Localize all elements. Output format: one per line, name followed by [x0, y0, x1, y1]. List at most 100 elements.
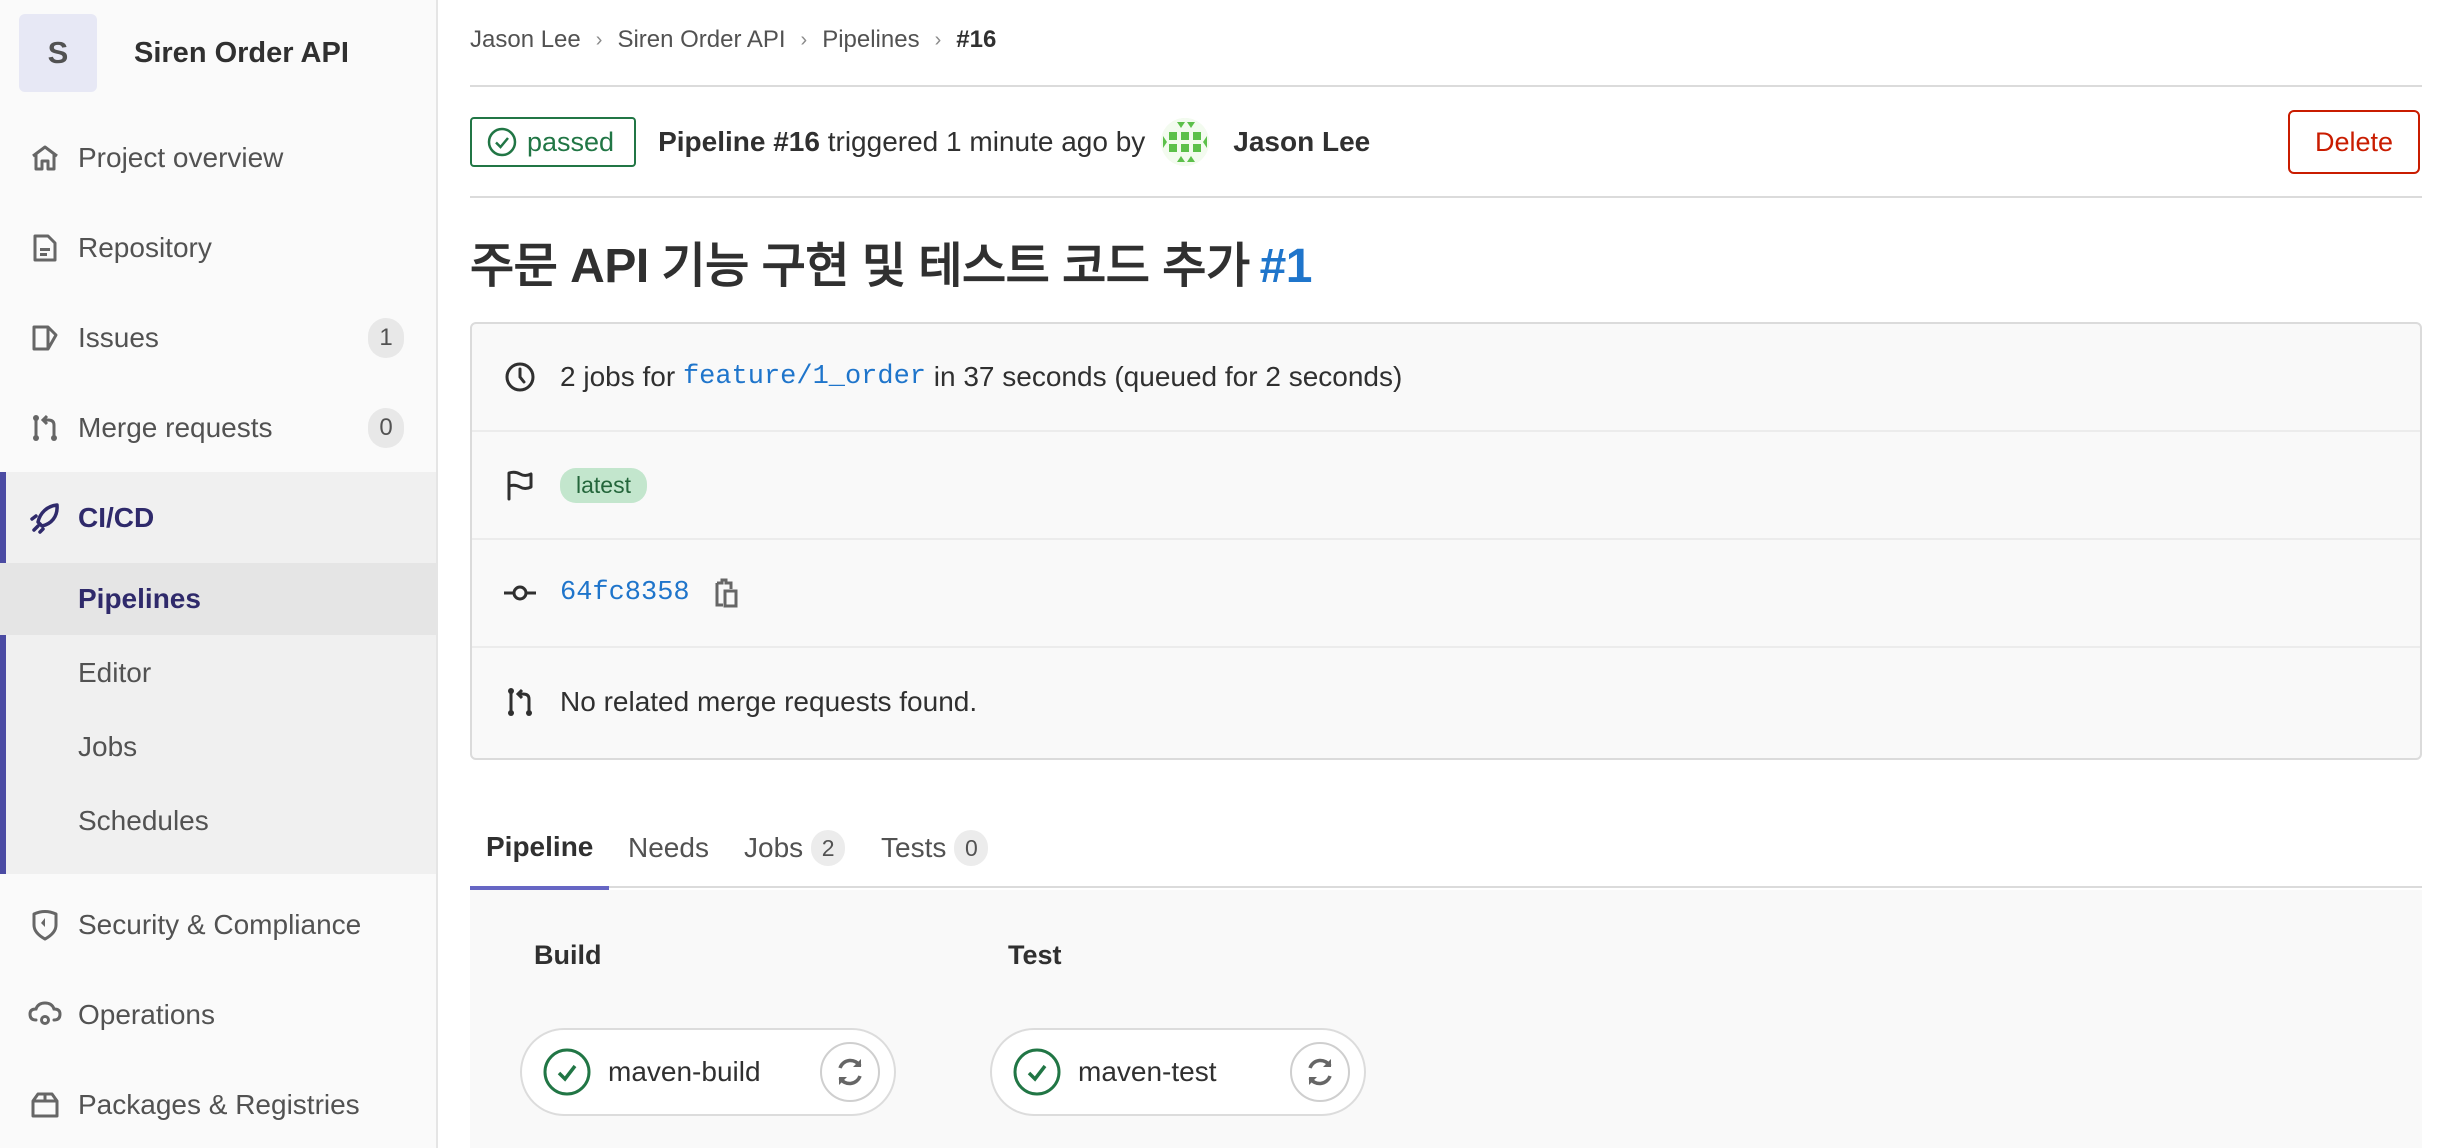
divider	[470, 85, 2422, 87]
status-text: passed	[527, 126, 615, 157]
tab-tests[interactable]: Tests 0	[881, 808, 989, 888]
chevron-right-icon: ›	[934, 28, 942, 51]
breadcrumb-item-current[interactable]: #16	[956, 26, 996, 54]
sidebar-subitem-editor[interactable]: Editor	[0, 637, 436, 709]
merge-request-icon	[502, 684, 538, 720]
pipeline-summary: Pipeline #16 triggered 1 minute ago by	[658, 126, 1145, 158]
chevron-right-icon: ›	[595, 28, 603, 51]
clipboard-icon	[715, 578, 738, 608]
tab-needs[interactable]: Needs	[628, 808, 709, 888]
sidebar-item-label: Merge requests	[78, 412, 273, 443]
shield-icon	[28, 908, 62, 942]
job-name: maven-test	[1078, 1056, 1217, 1087]
retry-button[interactable]	[820, 1042, 880, 1102]
clock-icon	[502, 359, 538, 395]
sidebar-item-operations[interactable]: Operations	[0, 970, 436, 1060]
delete-button[interactable]: Delete	[2288, 110, 2420, 174]
sidebar-subitem-schedules[interactable]: Schedules	[0, 785, 436, 857]
commit-title: 주문 API 기능 구현 및 테스트 코드 추가	[470, 240, 1250, 293]
flag-icon	[502, 467, 538, 503]
info-row-tags: latest	[472, 432, 2420, 540]
sidebar-item-label: Issues	[78, 322, 159, 353]
tab-label: Jobs	[744, 832, 804, 863]
branch-link[interactable]: feature/1_order	[683, 362, 926, 392]
info-row-duration: 2 jobs for feature/1_order in 37 seconds…	[472, 324, 2420, 432]
sidebar-item-repository[interactable]: Repository	[0, 203, 436, 293]
sidebar: S Siren Order API Project overview Repos…	[0, 0, 438, 1148]
job-maven-test[interactable]: maven-test	[990, 1028, 1366, 1116]
issues-icon	[28, 321, 62, 355]
sidebar-item-label: CI/CD	[78, 502, 155, 533]
breadcrumb-item-project[interactable]: Siren Order API	[617, 26, 785, 54]
merge-request-icon	[28, 411, 62, 445]
document-icon	[28, 231, 62, 265]
page-title: 주문 API 기능 구현 및 테스트 코드 추가 #1	[470, 226, 1313, 296]
pipeline-label: Pipeline #16	[658, 126, 820, 157]
stage-title-test: Test	[1008, 940, 1062, 970]
cloud-gear-icon	[28, 998, 62, 1032]
jobs-suffix: in 37 seconds (queued for 2 seconds)	[933, 361, 1403, 392]
home-icon	[28, 141, 62, 175]
sidebar-item-label: Packages & Registries	[78, 1089, 360, 1120]
breadcrumb-item-pipelines[interactable]: Pipelines	[822, 26, 919, 54]
jobs-count-badge: 2	[811, 830, 846, 866]
retry-button[interactable]	[1290, 1042, 1350, 1102]
no-merge-requests-text: No related merge requests found.	[560, 686, 978, 717]
tests-count-badge: 0	[954, 830, 989, 866]
project-name: Siren Order API	[134, 36, 349, 69]
commit-sha-link[interactable]: 64fc8358	[560, 578, 690, 608]
commit-icon	[502, 575, 538, 611]
retry-icon	[838, 1058, 862, 1086]
sidebar-item-packages-registries[interactable]: Packages & Registries	[0, 1060, 436, 1148]
sidebar-subitem-pipelines[interactable]: Pipelines	[0, 563, 436, 635]
retry-icon	[1308, 1058, 1332, 1086]
sidebar-item-cicd[interactable]: CI/CD	[0, 473, 436, 563]
project-header[interactable]: S Siren Order API	[19, 13, 349, 93]
tab-label: Pipeline	[486, 831, 594, 862]
pipeline-tabs: Pipeline Needs Jobs 2 Tests 0	[470, 808, 2422, 890]
sidebar-item-issues[interactable]: Issues 1	[0, 293, 436, 383]
info-row-merge-requests: No related merge requests found.	[472, 648, 2420, 756]
rocket-icon	[28, 501, 62, 535]
sidebar-item-security-compliance[interactable]: Security & Compliance	[0, 880, 436, 970]
tab-label: Tests	[881, 832, 947, 863]
success-icon	[543, 1048, 591, 1096]
breadcrumb: Jason Lee › Siren Order API › Pipelines …	[470, 22, 996, 58]
pipeline-header: passed Pipeline #16 triggered 1 minute a…	[470, 110, 2422, 174]
chevron-right-icon: ›	[800, 28, 808, 51]
sidebar-item-project-overview[interactable]: Project overview	[0, 113, 436, 203]
latest-badge: latest	[560, 467, 647, 503]
copy-sha-button[interactable]	[710, 575, 742, 611]
tab-jobs[interactable]: Jobs 2	[744, 808, 846, 888]
sidebar-item-label: Repository	[78, 232, 212, 263]
info-row-commit: 64fc8358	[472, 540, 2420, 648]
breadcrumb-item-user[interactable]: Jason Lee	[470, 26, 581, 54]
sidebar-item-label: Operations	[78, 999, 215, 1030]
stage-title-build: Build	[534, 940, 602, 970]
sidebar-subitem-label: Jobs	[78, 731, 138, 762]
user-avatar[interactable]	[1161, 118, 1210, 166]
job-maven-build[interactable]: maven-build	[520, 1028, 896, 1116]
status-badge[interactable]: passed	[470, 117, 637, 167]
issue-link[interactable]: #1	[1260, 240, 1313, 293]
issues-count-badge: 1	[368, 318, 404, 358]
sidebar-item-label: Security & Compliance	[78, 909, 362, 940]
merge-requests-count-badge: 0	[368, 408, 404, 448]
check-circle-icon	[487, 127, 517, 157]
sidebar-subitem-label: Pipelines	[78, 583, 201, 614]
package-icon	[28, 1088, 62, 1122]
success-icon	[1013, 1048, 1061, 1096]
sidebar-subitem-label: Schedules	[78, 805, 209, 836]
sidebar-item-label: Project overview	[78, 142, 284, 173]
sidebar-subitem-label: Editor	[78, 657, 152, 688]
tab-label: Needs	[628, 832, 709, 863]
divider	[470, 196, 2422, 198]
user-name-link[interactable]: Jason Lee	[1233, 126, 1370, 158]
sidebar-subitem-jobs[interactable]: Jobs	[0, 711, 436, 783]
jobs-prefix: 2 jobs for	[560, 361, 676, 392]
tab-pipeline[interactable]: Pipeline	[470, 808, 610, 890]
triggered-text: triggered 1 minute ago by	[827, 126, 1146, 157]
job-name: maven-build	[608, 1056, 761, 1087]
sidebar-item-merge-requests[interactable]: Merge requests 0	[0, 383, 436, 473]
pipeline-graph: Build maven-build Test maven-test	[470, 890, 2422, 1148]
